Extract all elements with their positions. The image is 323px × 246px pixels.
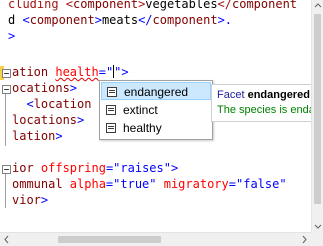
horizontal-scrollbar[interactable]: [0, 232, 311, 246]
fold-toggle-icon[interactable]: [2, 69, 11, 78]
tooltip-kind: Facet: [217, 89, 245, 101]
code-line-7[interactable]: locations>: [12, 112, 84, 128]
tooltip-description: The species is endan: [217, 104, 311, 116]
code-line-8[interactable]: lation>: [12, 128, 63, 144]
enum-value-icon: [106, 105, 116, 115]
completion-item-endangered[interactable]: endangered: [101, 82, 211, 100]
code-line-11[interactable]: vior>: [12, 192, 48, 208]
code-line-2[interactable]: d <component>meats</component>.: [8, 12, 232, 28]
fold-guide-line: [5, 174, 6, 208]
vertical-scroll-thumb[interactable]: [314, 14, 321, 204]
scroll-left-icon[interactable]: [2, 234, 12, 245]
vertical-scrollbar[interactable]: [311, 0, 323, 232]
completion-item-extinct[interactable]: extinct: [101, 101, 211, 119]
tooltip-name: endangered: [247, 89, 310, 101]
fold-toggle-icon[interactable]: [2, 85, 11, 94]
code-line-10[interactable]: ommunal alpha="true" migratory="false": [12, 176, 287, 192]
code-line-6[interactable]: <location: [12, 96, 91, 112]
code-line-5[interactable]: ocations>: [12, 80, 77, 96]
fold-toggle-icon[interactable]: [2, 165, 11, 174]
completion-list[interactable]: endangered extinct healthy: [99, 80, 213, 140]
completion-item-healthy[interactable]: healthy: [101, 119, 211, 137]
code-line-3[interactable]: >: [8, 28, 15, 44]
scroll-right-icon[interactable]: [299, 234, 309, 245]
horizontal-scroll-thumb[interactable]: [58, 236, 161, 243]
scroll-down-icon[interactable]: [312, 220, 323, 232]
code-line-4[interactable]: ation health="">: [12, 64, 129, 80]
code-editor[interactable]: cluding <component>vegetables</component…: [0, 0, 311, 232]
code-line-9[interactable]: ior offspring="raises">: [12, 160, 178, 176]
enum-value-icon: [107, 87, 117, 97]
scroll-up-icon[interactable]: [312, 0, 323, 12]
fold-guide-line: [5, 94, 6, 146]
enum-value-icon: [106, 123, 116, 133]
code-line-1[interactable]: cluding <component>vegetables</component: [8, 0, 297, 12]
completion-tooltip: Facet endangered The species is endan: [211, 84, 311, 122]
scrollbar-corner: [311, 232, 323, 246]
